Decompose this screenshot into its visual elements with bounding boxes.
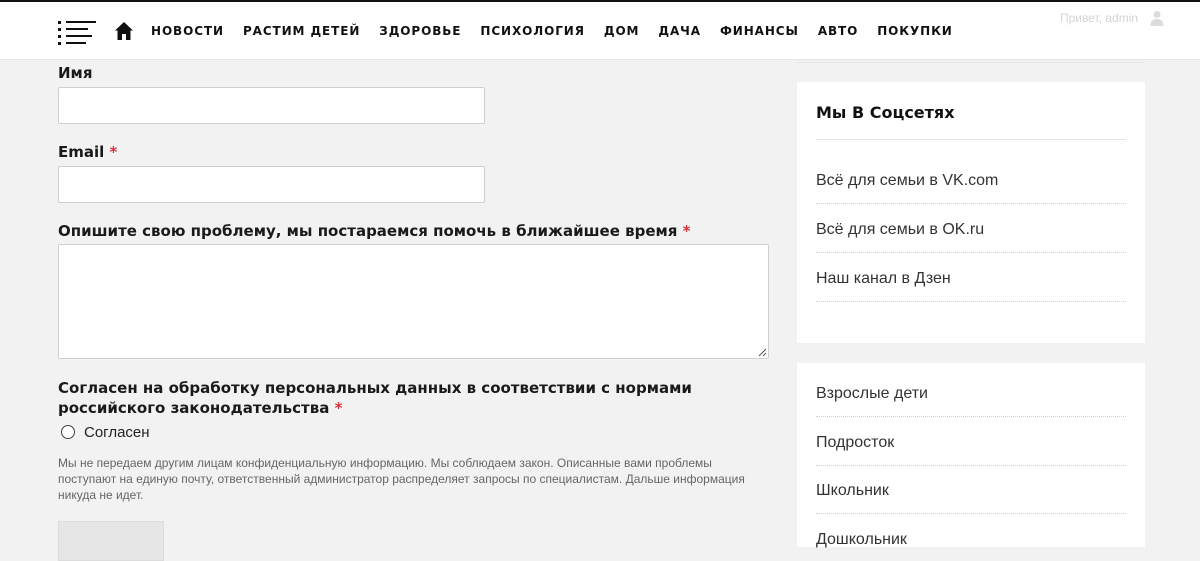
required-mark: * bbox=[334, 399, 343, 417]
link-divider bbox=[816, 203, 1126, 204]
nav-item-shopping[interactable]: ПОКУПКИ bbox=[877, 22, 953, 40]
nav-item-health[interactable]: ЗДОРОВЬЕ bbox=[379, 22, 461, 40]
consent-option-label[interactable]: Согласен bbox=[84, 423, 150, 443]
problem-label: Опишите свою проблему, мы постараемся по… bbox=[58, 222, 691, 240]
user-icon[interactable] bbox=[1150, 10, 1164, 26]
social-widget: Мы В Соцсетях Всё для семьи в VK.com Всё… bbox=[797, 82, 1145, 343]
nav-item-psychology[interactable]: ПСИХОЛОГИЯ bbox=[480, 22, 584, 40]
nav-item-kids[interactable]: РАСТИМ ДЕТЕЙ bbox=[243, 22, 360, 40]
email-label: Email * bbox=[58, 143, 118, 161]
nav-item-news[interactable]: НОВОСТИ bbox=[151, 22, 224, 40]
user-greeting[interactable]: Привет, admin bbox=[1060, 11, 1138, 25]
required-mark: * bbox=[109, 143, 118, 161]
resize-handle-icon[interactable] bbox=[758, 348, 767, 357]
submit-button[interactable] bbox=[58, 521, 164, 561]
link-divider bbox=[816, 301, 1126, 302]
social-link-vk[interactable]: Всё для семьи в VK.com bbox=[816, 170, 1126, 192]
header: НОВОСТИ РАСТИМ ДЕТЕЙ ЗДОРОВЬЕ ПСИХОЛОГИЯ… bbox=[0, 2, 1200, 60]
consent-radio[interactable] bbox=[61, 425, 75, 439]
nav-item-finance[interactable]: ФИНАНСЫ bbox=[720, 22, 799, 40]
sidebar-divider bbox=[797, 62, 1144, 63]
required-mark: * bbox=[682, 222, 691, 240]
privacy-note: Мы не передаем другим лицам конфиденциал… bbox=[58, 456, 745, 502]
widget-title-divider bbox=[816, 139, 1126, 140]
menu-icon[interactable] bbox=[58, 20, 96, 45]
category-link-teenager[interactable]: Подросток bbox=[816, 432, 1126, 454]
moon-icon[interactable] bbox=[1129, 23, 1147, 41]
category-link-schoolchild[interactable]: Школьник bbox=[816, 480, 1126, 502]
email-input[interactable] bbox=[58, 166, 485, 203]
link-divider bbox=[816, 252, 1126, 253]
link-divider bbox=[816, 465, 1126, 466]
main-nav: НОВОСТИ РАСТИМ ДЕТЕЙ ЗДОРОВЬЕ ПСИХОЛОГИЯ… bbox=[151, 22, 972, 40]
nav-item-home[interactable]: ДОМ bbox=[604, 22, 640, 40]
social-link-dzen[interactable]: Наш канал в Дзен bbox=[816, 268, 1126, 290]
name-label: Имя bbox=[58, 64, 93, 82]
problem-textarea[interactable] bbox=[58, 244, 769, 359]
social-link-ok[interactable]: Всё для семьи в OK.ru bbox=[816, 219, 1126, 241]
nav-item-dacha[interactable]: ДАЧА bbox=[658, 22, 701, 40]
categories-widget: Взрослые дети Подросток Школьник Дошколь… bbox=[797, 363, 1145, 548]
link-divider bbox=[816, 513, 1126, 514]
link-divider bbox=[816, 416, 1126, 417]
social-widget-title: Мы В Соцсетях bbox=[816, 103, 955, 122]
home-icon[interactable] bbox=[114, 21, 134, 41]
name-input[interactable] bbox=[58, 87, 485, 124]
category-link-adult-children[interactable]: Взрослые дети bbox=[816, 383, 1126, 405]
category-link-preschooler[interactable]: Дошкольник bbox=[816, 529, 1126, 551]
nav-item-auto[interactable]: АВТО bbox=[818, 22, 858, 40]
consent-label: Согласен на обработку персональных данны… bbox=[58, 379, 692, 417]
